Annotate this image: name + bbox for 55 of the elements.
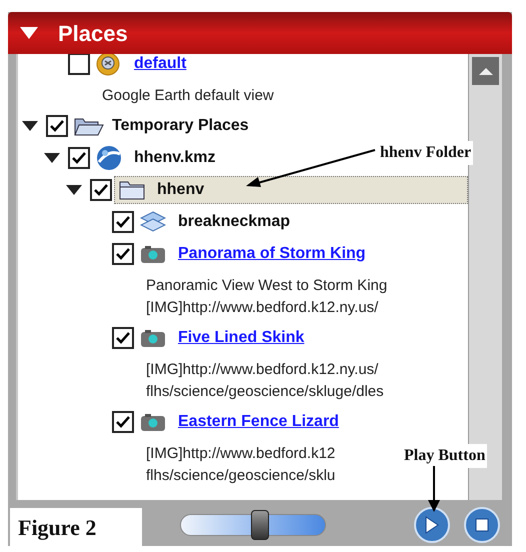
- checkbox[interactable]: [46, 115, 68, 137]
- checkbox[interactable]: [68, 147, 90, 169]
- camera-icon: [140, 244, 166, 264]
- slider-thumb[interactable]: [251, 510, 270, 540]
- checkbox[interactable]: [68, 54, 90, 75]
- camera-icon: [140, 412, 166, 432]
- scroll-up-button[interactable]: [472, 57, 499, 85]
- place-description: [IMG]http://www.bedford.k12.ny.us/: [146, 360, 378, 380]
- panel-title: Places: [58, 20, 128, 48]
- place-description: [IMG]http://www.bedford.k12.ny.us/: [146, 298, 378, 318]
- place-name: breakneckmap: [178, 212, 290, 232]
- annotation-label: hhenv Folder: [378, 141, 474, 165]
- check-icon: [72, 152, 86, 164]
- expand-triangle-icon[interactable]: [44, 153, 60, 163]
- expand-triangle-icon[interactable]: [22, 121, 38, 131]
- figure-caption: Figure 2: [10, 508, 142, 546]
- check-icon: [116, 416, 130, 428]
- annotation-arrow: [428, 466, 440, 512]
- place-name: hhenv: [157, 180, 204, 200]
- place-link[interactable]: Panorama of Storm King: [178, 242, 366, 266]
- check-icon: [94, 184, 108, 196]
- checkbox[interactable]: [112, 411, 134, 433]
- checkbox[interactable]: [112, 243, 134, 265]
- camera-icon: [140, 328, 166, 348]
- up-arrow-icon: [478, 68, 492, 74]
- expand-triangle-icon[interactable]: [66, 185, 82, 195]
- check-icon: [116, 216, 130, 228]
- place-description: flhs/science/geoscience/skluge/dles: [146, 382, 384, 402]
- check-icon: [50, 120, 64, 132]
- stop-icon: [475, 518, 489, 532]
- place-name: Temporary Places: [112, 116, 249, 136]
- annotation-label: Play Button: [402, 444, 488, 468]
- collapse-triangle-icon[interactable]: [20, 27, 38, 39]
- tour-speed-slider[interactable]: [180, 510, 326, 540]
- place-description: Google Earth default view: [102, 86, 274, 106]
- place-description: Panoramic View West to Storm King: [146, 276, 388, 296]
- place-name: hhenv.kmz: [134, 148, 216, 168]
- place-link[interactable]: default: [134, 54, 186, 76]
- panel-header[interactable]: Places: [8, 12, 512, 54]
- stop-button[interactable]: [464, 507, 500, 543]
- check-icon: [116, 332, 130, 344]
- place-description: [IMG]http://www.bedford.k12: [146, 444, 336, 464]
- selected-row-highlight[interactable]: hhenv: [114, 176, 468, 204]
- checkbox[interactable]: [112, 327, 134, 349]
- checkbox[interactable]: [90, 179, 112, 201]
- folder-icon: [119, 179, 145, 201]
- place-link[interactable]: Five Lined Skink: [178, 326, 304, 350]
- globe-icon: [96, 145, 122, 171]
- play-icon: [425, 516, 439, 534]
- image-overlay-icon: [140, 211, 166, 233]
- place-link[interactable]: Eastern Fence Lizard: [178, 410, 339, 434]
- check-icon: [116, 248, 130, 260]
- checkbox[interactable]: [112, 211, 134, 233]
- play-button[interactable]: [414, 507, 450, 543]
- place-description: flhs/science/geoscience/sklu: [146, 466, 336, 486]
